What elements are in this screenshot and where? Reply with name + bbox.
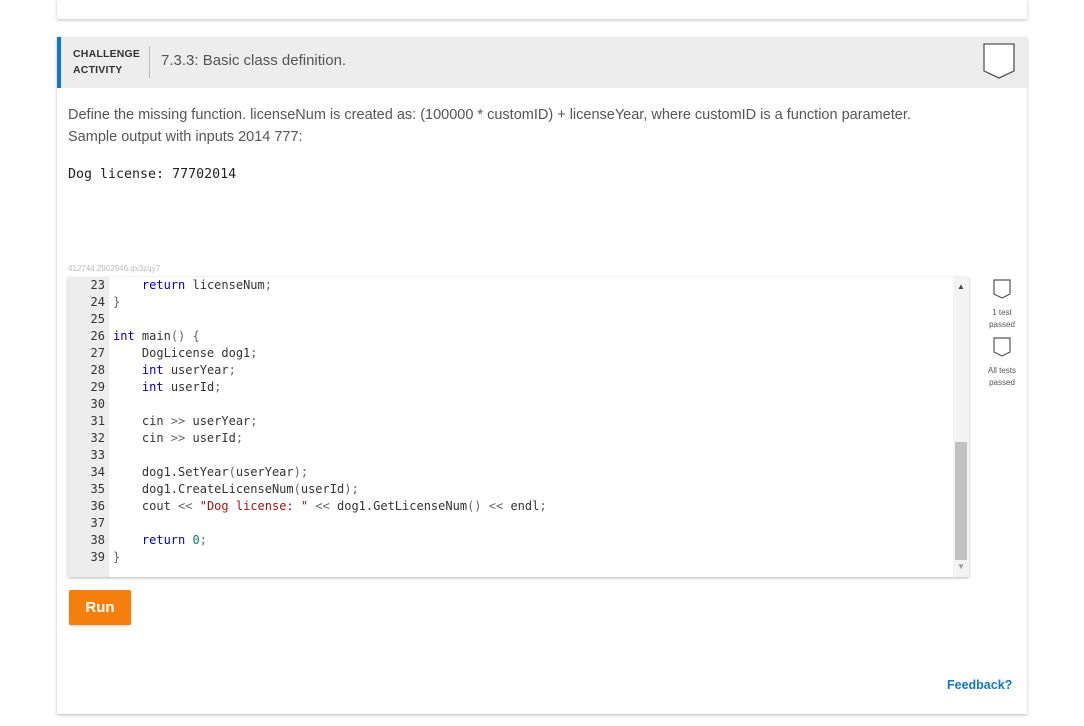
code-line[interactable]: 25 — [68, 311, 953, 328]
code-line[interactable]: 23 return licenseNum; — [68, 277, 953, 294]
line-number: 26 — [90, 329, 105, 343]
activity-title: 7.3.3: Basic class definition. — [161, 52, 347, 69]
code-line[interactable]: 26 int main() { — [68, 328, 953, 345]
completion-badge-icon — [983, 43, 1015, 79]
test-status-1: 1 test passed — [983, 279, 1021, 331]
code-line[interactable]: 30 — [68, 396, 953, 413]
line-number: 39 — [90, 550, 105, 564]
line-number: 34 — [90, 465, 105, 479]
line-number: 28 — [90, 363, 105, 377]
code-text[interactable]: return licenseNum; — [113, 277, 272, 294]
scroll-down-arrow-icon[interactable]: ▼ — [953, 559, 969, 575]
test-badge-icon — [993, 279, 1011, 299]
code-lines[interactable]: 23 return licenseNum; 24} 25 26 int main() {… — [68, 277, 953, 566]
test-status-all: All tests passed — [983, 337, 1021, 389]
previous-activity-card — [57, 0, 1027, 19]
activity-header: CHALLENGE ACTIVITY 7.3.3: Basic class de… — [57, 37, 1027, 88]
line-number: 33 — [90, 448, 105, 462]
code-text[interactable]: return 0; — [113, 532, 207, 549]
test-status-label: All tests passed — [987, 366, 1016, 387]
line-number: 38 — [90, 533, 105, 547]
code-line[interactable]: 28 int userYear; — [68, 362, 953, 379]
line-number: 27 — [90, 346, 105, 360]
activity-type-label: CHALLENGE ACTIVITY — [73, 48, 141, 76]
code-text[interactable]: int main() { — [113, 328, 200, 345]
line-number: 37 — [90, 516, 105, 530]
line-number: 29 — [90, 380, 105, 394]
code-text[interactable]: DogLicense dog1; — [113, 345, 258, 362]
line-number: 35 — [90, 482, 105, 496]
code-line[interactable]: 31 cin >> userYear; — [68, 413, 953, 430]
code-line[interactable]: 36 cout << "Dog license: " << dog1.GetLi… — [68, 498, 953, 515]
code-line[interactable]: 27 DogLicense dog1; — [68, 345, 953, 362]
code-text[interactable]: cin >> userId; — [113, 430, 243, 447]
line-number: 30 — [90, 397, 105, 411]
challenge-activity-card: CHALLENGE ACTIVITY 7.3.3: Basic class de… — [57, 37, 1027, 714]
code-line[interactable]: 37 — [68, 515, 953, 532]
code-text[interactable]: dog1.CreateLicenseNum(userId); — [113, 481, 359, 498]
code-text[interactable]: cout << "Dog license: " << dog1.GetLicen… — [113, 498, 547, 515]
activity-id: 412744.2902946.qx3zqy7 — [68, 264, 161, 273]
run-button[interactable]: Run — [69, 590, 131, 625]
code-line[interactable]: 32 cin >> userId; — [68, 430, 953, 447]
code-line[interactable]: 35 dog1.CreateLicenseNum(userId); — [68, 481, 953, 498]
code-line[interactable]: 38 return 0; — [68, 532, 953, 549]
sample-output: Dog license: 77702014 — [68, 167, 237, 182]
test-status-label: 1 test passed — [989, 308, 1015, 329]
code-text[interactable]: cin >> userYear; — [113, 413, 258, 430]
code-editor[interactable]: 23 return licenseNum; 24} 25 26 int main() {… — [68, 277, 969, 577]
scroll-up-arrow-icon[interactable]: ▲ — [953, 279, 969, 295]
scroll-thumb[interactable] — [955, 442, 967, 560]
code-text[interactable]: } — [113, 549, 120, 566]
test-badge-icon — [993, 337, 1011, 357]
feedback-link[interactable]: Feedback? — [947, 678, 1012, 692]
code-line[interactable]: 29 int userId; — [68, 379, 953, 396]
code-text[interactable]: int userYear; — [113, 362, 236, 379]
header-divider — [149, 46, 150, 78]
code-line[interactable]: 39} — [68, 549, 953, 566]
code-text[interactable]: int userId; — [113, 379, 222, 396]
code-line[interactable]: 34 dog1.SetYear(userYear); — [68, 464, 953, 481]
line-number: 25 — [90, 312, 105, 326]
line-number: 32 — [90, 431, 105, 445]
line-number: 31 — [90, 414, 105, 428]
code-line[interactable]: 24} — [68, 294, 953, 311]
code-line[interactable]: 33 — [68, 447, 953, 464]
code-text[interactable]: } — [113, 294, 120, 311]
line-number: 36 — [90, 499, 105, 513]
code-text[interactable]: dog1.SetYear(userYear); — [113, 464, 308, 481]
line-number: 23 — [90, 278, 105, 292]
instructions-text: Define the missing function. licenseNum … — [68, 107, 911, 145]
editor-scrollbar[interactable]: ▲ ▼ — [953, 277, 969, 577]
line-number: 24 — [90, 295, 105, 309]
